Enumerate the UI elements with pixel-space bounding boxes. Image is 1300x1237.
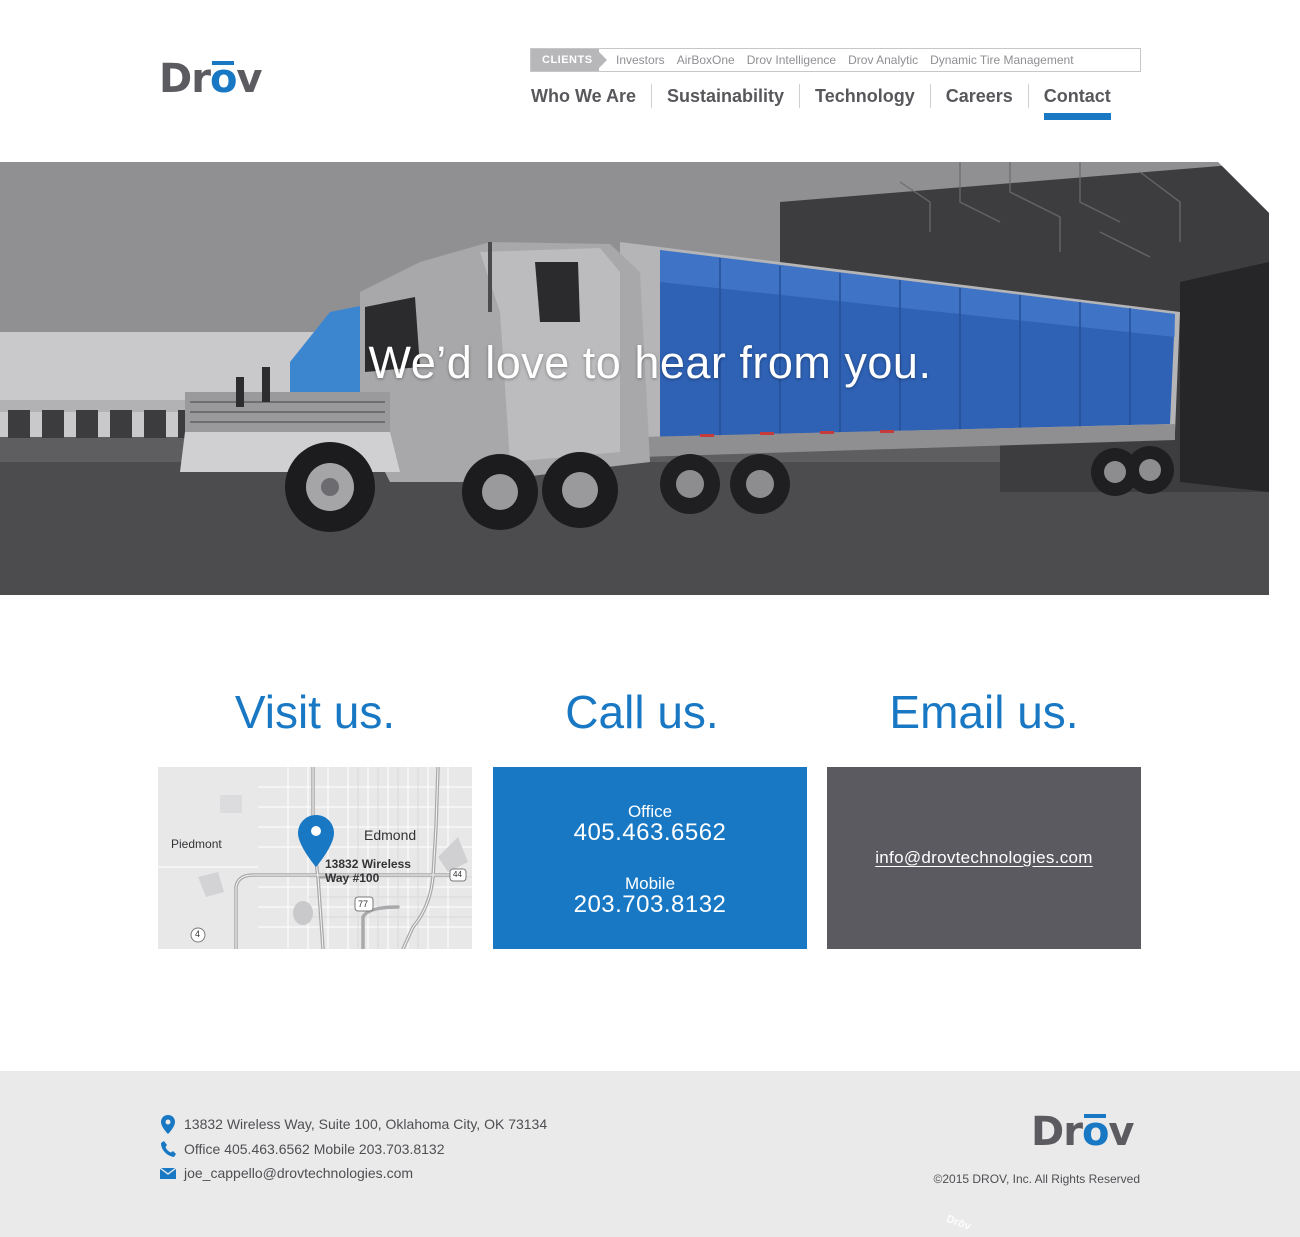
- clients-tag: CLIENTS: [531, 49, 607, 71]
- footer-logo-text-o: o: [1081, 1109, 1110, 1155]
- hero-banner: We’d love to hear from you.: [0, 162, 1269, 595]
- phone-icon: [160, 1140, 176, 1158]
- call-card: Office 405.463.6562 Mobile 203.703.8132: [493, 767, 807, 949]
- footer-watermark: Drōv: [944, 1213, 973, 1233]
- mobile-phone-number[interactable]: 203.703.8132: [493, 891, 807, 919]
- footer-drov-logo[interactable]: Drov: [1031, 1109, 1135, 1155]
- mail-icon: [160, 1164, 176, 1182]
- footer-email: joe_cappello@drovtechnologies.com: [160, 1164, 413, 1182]
- nav-sustainability[interactable]: Sustainability: [651, 84, 799, 108]
- office-phone-number[interactable]: 405.463.6562: [493, 819, 807, 847]
- footer-address: 13832 Wireless Way, Suite 100, Oklahoma …: [160, 1114, 548, 1134]
- copyright: ©2015 DROV, Inc. All Rights Reserved: [933, 1172, 1141, 1186]
- map-label-address-2: Way #100: [325, 871, 380, 885]
- client-link-dynamic-tire-management[interactable]: Dynamic Tire Management: [930, 53, 1073, 67]
- logo-text-end: v: [236, 56, 262, 102]
- map-pin-icon: [160, 1114, 176, 1134]
- nav-technology[interactable]: Technology: [799, 84, 930, 108]
- map-label-route-77: 77: [358, 899, 369, 909]
- call-us-title: Call us.: [565, 686, 719, 738]
- map-pin-icon[interactable]: [298, 815, 334, 867]
- map-label-route-44: 44: [453, 870, 462, 879]
- footer-phones-text: Office 405.463.6562 Mobile 203.703.8132: [184, 1141, 445, 1157]
- footer-address-text: 13832 Wireless Way, Suite 100, Oklahoma …: [184, 1116, 548, 1132]
- nav-who-we-are[interactable]: Who We Are: [530, 84, 651, 108]
- footer: 13832 Wireless Way, Suite 100, Oklahoma …: [0, 1071, 1300, 1237]
- map-label-piedmont: Piedmont: [171, 837, 222, 851]
- client-link-drov-intelligence[interactable]: Drov Intelligence: [747, 53, 836, 67]
- location-map[interactable]: Piedmont Edmond 13832 Wireless Way #100 …: [158, 767, 472, 949]
- logo-text: Dr: [159, 56, 211, 102]
- drov-logo[interactable]: Drov: [159, 56, 263, 102]
- main-nav: Who We Are Sustainability Technology Car…: [530, 84, 1111, 120]
- client-link-drov-analytic[interactable]: Drov Analytic: [848, 53, 918, 67]
- hero-title: We’d love to hear from you.: [368, 337, 932, 388]
- footer-logo-text: Dr: [1031, 1109, 1083, 1155]
- email-us-title: Email us.: [889, 686, 1079, 738]
- clients-bar: CLIENTS Investors AirBoxOne Drov Intelli…: [530, 48, 1141, 72]
- map-label-edmond: Edmond: [364, 827, 417, 843]
- map-label-address-1: 13832 Wireless: [325, 857, 411, 871]
- email-link[interactable]: info@drovtechnologies.com: [875, 848, 1093, 868]
- client-link-airboxone[interactable]: AirBoxOne: [677, 53, 735, 67]
- nav-careers[interactable]: Careers: [929, 84, 1028, 108]
- client-links: Investors AirBoxOne Drov Intelligence Dr…: [616, 53, 1074, 67]
- nav-contact[interactable]: Contact: [1027, 84, 1111, 120]
- email-card: info@drovtechnologies.com: [827, 767, 1141, 949]
- footer-logo-text-end: v: [1108, 1109, 1134, 1155]
- logo-text-o: o: [209, 56, 238, 102]
- client-link-investors[interactable]: Investors: [616, 53, 665, 67]
- footer-email-text[interactable]: joe_cappello@drovtechnologies.com: [184, 1165, 413, 1181]
- visit-us-title: Visit us.: [234, 686, 396, 738]
- footer-phones: Office 405.463.6562 Mobile 203.703.8132: [160, 1140, 445, 1158]
- map-label-route-4: 4: [195, 929, 201, 939]
